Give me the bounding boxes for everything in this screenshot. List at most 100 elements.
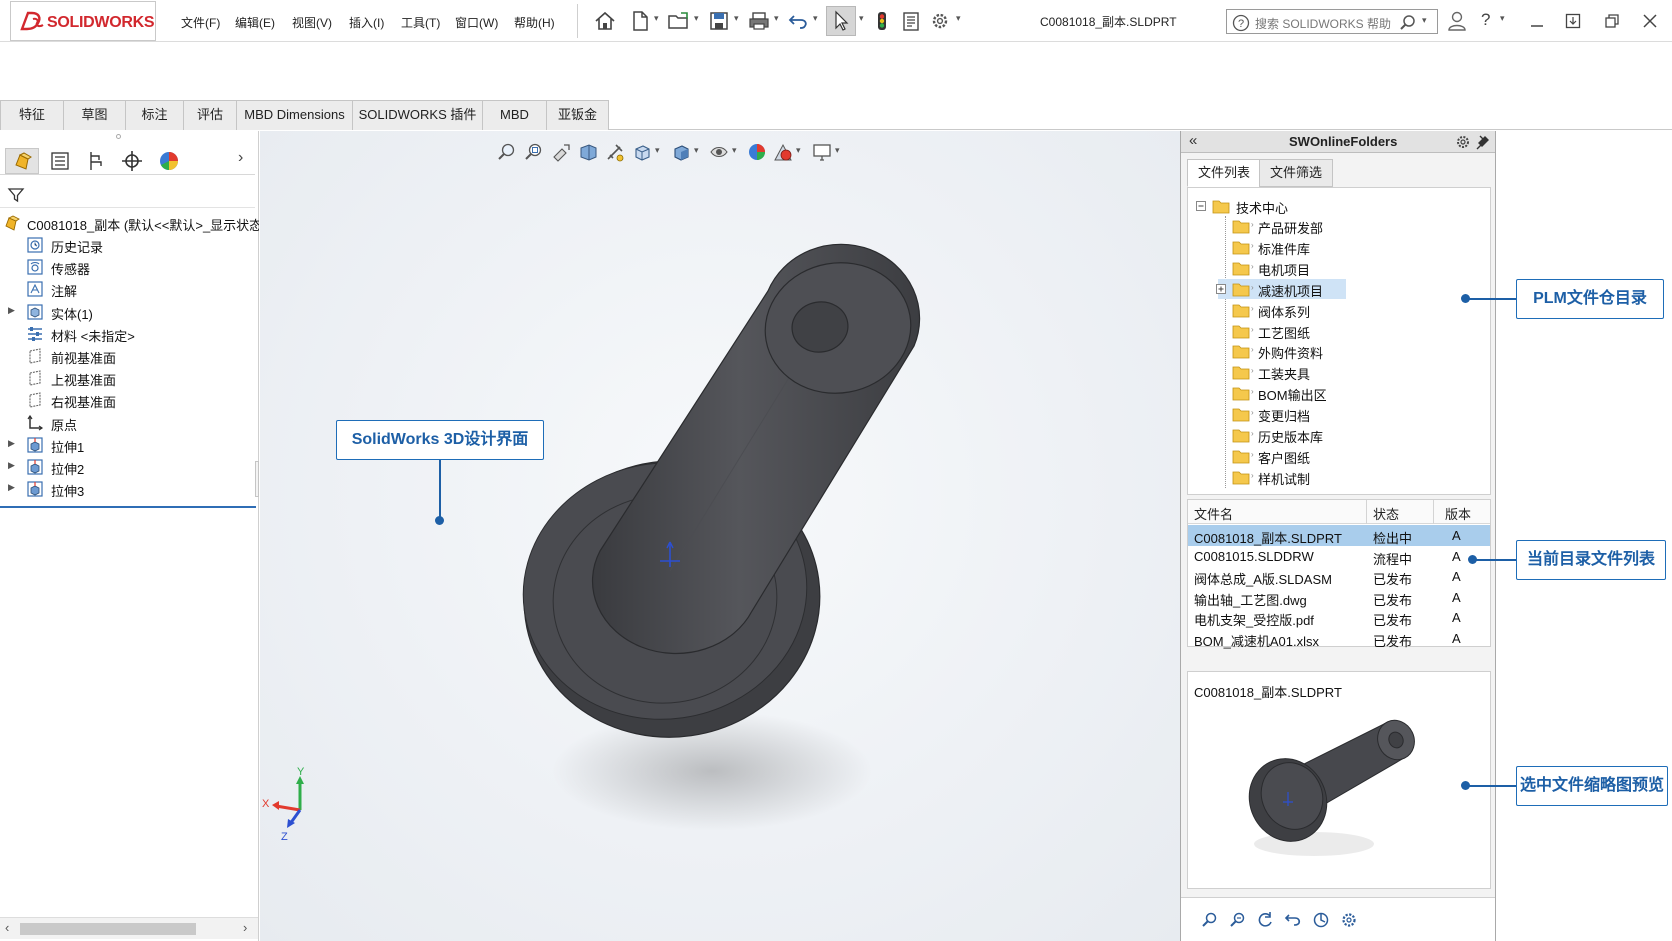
tab-display-manager[interactable] xyxy=(152,148,186,174)
folder-root[interactable]: 技术中心 xyxy=(1196,196,1396,216)
folder-item[interactable]: › 电机项目 xyxy=(1218,258,1338,278)
tab-feature-tree[interactable] xyxy=(5,148,39,174)
scrollbar-thumb[interactable] xyxy=(20,923,196,935)
scroll-left-icon[interactable]: ‹ xyxy=(5,920,9,935)
expand-arrow-icon[interactable]: ▶ xyxy=(8,460,15,471)
tabs-scroll-right-icon[interactable]: › xyxy=(238,149,243,167)
horizontal-scrollbar[interactable]: ‹ › xyxy=(0,917,258,939)
expand-arrow-icon[interactable]: ▶ xyxy=(8,482,15,493)
tab-dimxpert[interactable] xyxy=(115,148,149,174)
graphics-area[interactable]: ▾ ▾ ▾ ▾ ▾ Y X Z xyxy=(260,131,1180,941)
feature-tree-item[interactable]: 前视基准面 xyxy=(0,345,259,367)
folder-item[interactable]: › 工装夹具 xyxy=(1218,362,1338,382)
col-header-version[interactable]: 版本 xyxy=(1445,504,1471,523)
undo-icon[interactable] xyxy=(786,9,812,33)
tab-sketch[interactable]: 草图 xyxy=(63,100,126,130)
folder-item[interactable]: › 工艺图纸 xyxy=(1218,321,1338,341)
tab-mbd-dimensions[interactable]: MBD Dimensions xyxy=(236,100,353,130)
sync-icon[interactable] xyxy=(1311,910,1331,930)
feature-tree-item[interactable]: 材料 <未指定> xyxy=(0,323,259,345)
feature-tree-item[interactable]: ▶ 拉伸1 xyxy=(0,434,259,456)
file-row[interactable]: C0081018_副本.SLDPRT 检出中 A xyxy=(1188,525,1490,546)
solidworks-logo[interactable]: SOLIDWORKS xyxy=(10,1,156,41)
tab-file-filter[interactable]: 文件筛选 xyxy=(1259,159,1334,187)
home-icon[interactable] xyxy=(592,9,618,33)
file-row[interactable]: 输出轴_工艺图.dwg 已发布 A xyxy=(1188,587,1490,608)
expand-arrow-icon[interactable]: ▶ xyxy=(8,305,15,316)
menu-view[interactable]: 视图(V) xyxy=(292,14,332,31)
rollback-bar[interactable] xyxy=(0,506,256,508)
bottom-settings-gear-icon[interactable] xyxy=(1339,910,1359,930)
folder-item[interactable]: › 样机试制 xyxy=(1218,467,1338,487)
panel-resize-handle[interactable] xyxy=(255,461,259,497)
open-dropdown-icon[interactable]: ▾ xyxy=(694,14,702,23)
column-divider[interactable] xyxy=(1366,500,1367,524)
folder-item[interactable]: › 变更归档 xyxy=(1218,404,1338,424)
minimize-window-icon[interactable] xyxy=(1528,12,1546,30)
search-dropdown-icon[interactable]: ▾ xyxy=(1422,15,1427,26)
options-gear-icon[interactable] xyxy=(927,9,953,33)
feature-tree-item[interactable]: 原点 xyxy=(0,412,259,434)
column-divider[interactable] xyxy=(1433,500,1434,524)
col-header-filename[interactable]: 文件名 xyxy=(1194,504,1233,523)
help-icon[interactable]: ? xyxy=(1481,10,1490,30)
feature-tree-item[interactable]: 上视基准面 xyxy=(0,367,259,389)
print-dropdown-icon[interactable]: ▾ xyxy=(774,14,782,23)
tab-file-list[interactable]: 文件列表 xyxy=(1187,159,1262,187)
open-folder-icon[interactable] xyxy=(666,9,692,33)
select-dropdown-icon[interactable]: ▾ xyxy=(859,14,867,23)
pin-icon[interactable] xyxy=(1476,134,1490,150)
menu-tools[interactable]: 工具(T) xyxy=(401,14,440,31)
tab-markup[interactable]: 标注 xyxy=(125,100,184,130)
feature-tree-item[interactable]: ▶ 拉伸3 xyxy=(0,478,259,500)
new-document-icon[interactable] xyxy=(627,9,653,33)
check-in-out-icon[interactable] xyxy=(1283,910,1303,930)
part-model-3d[interactable] xyxy=(260,131,1180,941)
restore-window-icon[interactable] xyxy=(1603,12,1621,30)
folder-item[interactable]: › 历史版本库 xyxy=(1218,425,1338,445)
scroll-right-icon[interactable]: › xyxy=(243,920,247,935)
refresh-icon[interactable] xyxy=(1255,910,1275,930)
feature-tree-item[interactable]: 历史记录 xyxy=(0,234,259,256)
feature-tree-item[interactable]: ▶ 拉伸2 xyxy=(0,456,259,478)
tab-property-manager[interactable] xyxy=(43,148,77,174)
help-dropdown-icon[interactable]: ▾ xyxy=(1500,14,1508,23)
print-icon[interactable] xyxy=(746,9,772,33)
search-icon[interactable] xyxy=(1399,14,1417,32)
folder-item[interactable]: › 产品研发部 xyxy=(1218,216,1338,236)
rebuild-traffic-light-icon[interactable] xyxy=(869,9,895,33)
folder-item[interactable]: › 外购件资料 xyxy=(1218,341,1338,361)
menu-insert[interactable]: 插入(I) xyxy=(349,14,384,31)
search-file-icon[interactable] xyxy=(1199,910,1219,930)
tree-root-part[interactable]: C0081018_副本 (默认<<默认>_显示状态 xyxy=(0,212,259,234)
folder-item[interactable]: › 标准件库 xyxy=(1218,237,1338,257)
collapse-panel-icon[interactable]: « xyxy=(1189,132,1197,149)
menu-file[interactable]: 文件(F) xyxy=(181,14,220,31)
file-row[interactable]: 阀体总成_A版.SLDASM 已发布 A xyxy=(1188,566,1490,587)
tab-configuration-manager[interactable] xyxy=(79,148,113,174)
file-properties-icon[interactable] xyxy=(898,9,924,33)
advanced-search-icon[interactable] xyxy=(1227,910,1247,930)
undo-dropdown-icon[interactable]: ▾ xyxy=(813,14,821,23)
tab-features[interactable]: 特征 xyxy=(0,100,64,130)
feature-tree-item[interactable]: 传感器 xyxy=(0,256,259,278)
file-row[interactable]: 电机支架_受控版.pdf 已发布 A xyxy=(1188,607,1490,628)
collapse-box-icon[interactable] xyxy=(1196,201,1206,211)
file-row[interactable]: BOM_减速机A01.xlsx 已发布 A xyxy=(1188,628,1490,649)
folder-item[interactable]: › 减速机项目 xyxy=(1216,278,1346,299)
file-row[interactable]: C0081015.SLDDRW 流程中 A xyxy=(1188,546,1490,567)
tab-mbd[interactable]: MBD xyxy=(482,100,547,130)
help-search-input[interactable]: ? 搜索 SOLIDWORKS 帮助 ▾ xyxy=(1226,9,1438,34)
folder-item[interactable]: › 阀体系列 xyxy=(1218,300,1338,320)
panel-grip-icon[interactable] xyxy=(116,134,121,139)
select-tool-button[interactable] xyxy=(826,6,856,36)
expand-arrow-icon[interactable]: ▶ xyxy=(8,438,15,449)
menu-edit[interactable]: 编辑(E) xyxy=(235,14,275,31)
feature-tree-item[interactable]: 注解 xyxy=(0,278,259,300)
tab-solidworks-addins[interactable]: SOLIDWORKS 插件 xyxy=(352,100,483,130)
restore-panel-icon[interactable] xyxy=(1564,12,1582,30)
feature-tree-item[interactable]: 右视基准面 xyxy=(0,389,259,411)
panel-settings-gear-icon[interactable] xyxy=(1455,134,1471,150)
options-dropdown-icon[interactable]: ▾ xyxy=(956,14,964,23)
close-window-icon[interactable] xyxy=(1641,12,1659,30)
